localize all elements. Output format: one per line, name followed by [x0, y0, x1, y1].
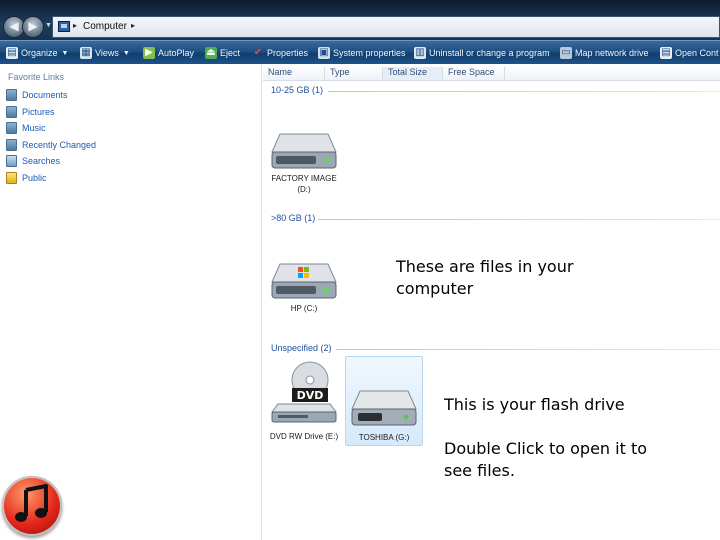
toolbar-label: Views — [95, 48, 119, 58]
documents-icon — [6, 89, 17, 101]
eject-button[interactable]: ⏏ Eject — [205, 46, 240, 60]
system-properties-icon: ▣ — [318, 47, 330, 59]
forward-arrow-icon: ▶ — [28, 19, 38, 33]
dvd-drive-icon: DVD — [271, 361, 337, 423]
column-header-total-size[interactable]: Total Size — [383, 67, 443, 80]
drive-label-letter: (D:) — [297, 185, 311, 194]
searches-icon — [6, 155, 17, 167]
nav-item-searches[interactable]: Searches — [6, 154, 60, 168]
address-box[interactable]: ▸ Computer ▸ — [52, 16, 720, 38]
toolbar-label: Open Cont — [675, 48, 719, 58]
toolbar-label: AutoPlay — [158, 48, 195, 58]
command-toolbar: ▤ Organize ▼ ▦ Views ▼ ▶ AutoPlay ⏏ Eject … — [0, 40, 720, 64]
dropdown-caret-icon: ▼ — [122, 49, 130, 57]
group-header-80gb[interactable]: >80 GB (1) — [271, 213, 315, 223]
toolbar-label: Eject — [220, 48, 241, 58]
views-icon: ▦ — [80, 47, 92, 59]
eject-icon: ⏏ — [205, 47, 217, 59]
toolbar-label: Organize — [21, 48, 58, 58]
back-arrow-icon: ◀ — [9, 19, 19, 33]
autoplay-button[interactable]: ▶ AutoPlay — [143, 46, 194, 60]
nav-item-music[interactable]: Music — [6, 121, 46, 135]
drive-label: TOSHIBA (G:) — [358, 433, 410, 442]
drive-label: HP (C:) — [290, 304, 318, 313]
nav-item-recently-changed[interactable]: Recently Changed — [6, 138, 96, 152]
media-player-icon[interactable] — [2, 476, 62, 536]
uninstall-icon: ▥ — [414, 47, 426, 59]
hard-drive-icon — [271, 133, 337, 169]
removable-drive-icon — [351, 390, 417, 426]
column-header-name[interactable]: Name — [263, 67, 325, 80]
breadcrumb-separator-icon[interactable]: ▸ — [131, 21, 135, 30]
drive-toshiba-flash[interactable]: TOSHIBA (G:) — [345, 356, 423, 446]
organize-icon: ▤ — [6, 47, 18, 59]
favorite-links-title: Favorite Links — [8, 72, 65, 82]
map-network-drive-icon: ▭ — [560, 47, 572, 59]
navigation-pane: Favorite Links Documents Pictures Music … — [0, 64, 262, 540]
group-header-unspecified[interactable]: Unspecified (2) — [271, 343, 332, 353]
drive-factory-image[interactable]: FACTORY IMAGE (D:) — [266, 124, 342, 196]
breadcrumb-separator-icon[interactable]: ▸ — [73, 21, 77, 30]
column-headers: Name Type Total Size Free Space — [263, 64, 720, 81]
computer-icon — [58, 21, 70, 32]
column-header-type[interactable]: Type — [325, 67, 383, 80]
music-note-icon — [15, 484, 48, 522]
public-folder-icon — [6, 172, 17, 184]
address-bar-area: ◀ ▶ ▼ ▸ Computer ▸ — [0, 0, 720, 40]
pictures-icon — [6, 106, 17, 118]
drive-label: DVD RW Drive (E:) — [269, 432, 339, 441]
autoplay-icon: ▶ — [143, 47, 155, 59]
column-header-free-space[interactable]: Free Space — [443, 67, 505, 80]
uninstall-program-button[interactable]: ▥ Uninstall or change a program — [414, 46, 550, 60]
nav-item-label: Public — [22, 173, 47, 183]
toolbar-label: Map network drive — [575, 48, 649, 58]
toolbar-label: Uninstall or change a program — [429, 48, 550, 58]
properties-button[interactable]: ✔ Properties — [252, 46, 308, 60]
forward-button[interactable]: ▶ — [22, 16, 44, 38]
dropdown-caret-icon: ▼ — [61, 49, 69, 57]
organize-button[interactable]: ▤ Organize ▼ — [6, 46, 68, 60]
nav-item-label: Music — [22, 123, 46, 133]
system-properties-button[interactable]: ▣ System properties — [318, 46, 406, 60]
breadcrumb-computer[interactable]: Computer — [83, 21, 127, 32]
map-network-drive-button[interactable]: ▭ Map network drive — [560, 46, 649, 60]
nav-item-documents[interactable]: Documents — [6, 88, 68, 102]
toolbar-label: Properties — [267, 48, 309, 58]
group-header-10-25gb[interactable]: 10-25 GB (1) — [271, 85, 323, 95]
views-button[interactable]: ▦ Views ▼ — [80, 46, 130, 60]
recent-pages-dropdown-icon[interactable]: ▼ — [45, 22, 52, 29]
drive-dvd-rw[interactable]: DVD DVD RW Drive (E:) — [266, 360, 342, 444]
nav-item-label: Searches — [22, 156, 61, 166]
group-divider — [336, 349, 720, 350]
group-divider — [328, 91, 720, 92]
nav-item-label: Documents — [22, 90, 68, 100]
files-annotation: These are files in your computer — [396, 257, 574, 298]
nav-item-label: Recently Changed — [22, 140, 97, 150]
windows-hard-drive-icon — [271, 263, 337, 299]
properties-icon: ✔ — [253, 47, 263, 58]
recently-changed-icon — [6, 139, 17, 151]
dvd-badge-text: DVD — [297, 389, 324, 402]
group-divider — [318, 219, 720, 220]
open-control-panel-button[interactable]: ▤ Open Cont — [660, 46, 719, 60]
flash-drive-annotation: This is your flash drive — [444, 395, 625, 414]
drive-hp-c[interactable]: HP (C:) — [266, 256, 342, 316]
nav-item-pictures[interactable]: Pictures — [6, 105, 55, 119]
toolbar-label: System properties — [333, 48, 406, 58]
music-icon — [6, 122, 17, 134]
nav-item-label: Pictures — [22, 107, 55, 117]
nav-item-public[interactable]: Public — [6, 171, 47, 185]
control-panel-icon: ▤ — [660, 47, 672, 59]
double-click-annotation: Double Click to open it to see files. — [444, 439, 648, 480]
drive-label: FACTORY IMAGE — [271, 174, 337, 183]
